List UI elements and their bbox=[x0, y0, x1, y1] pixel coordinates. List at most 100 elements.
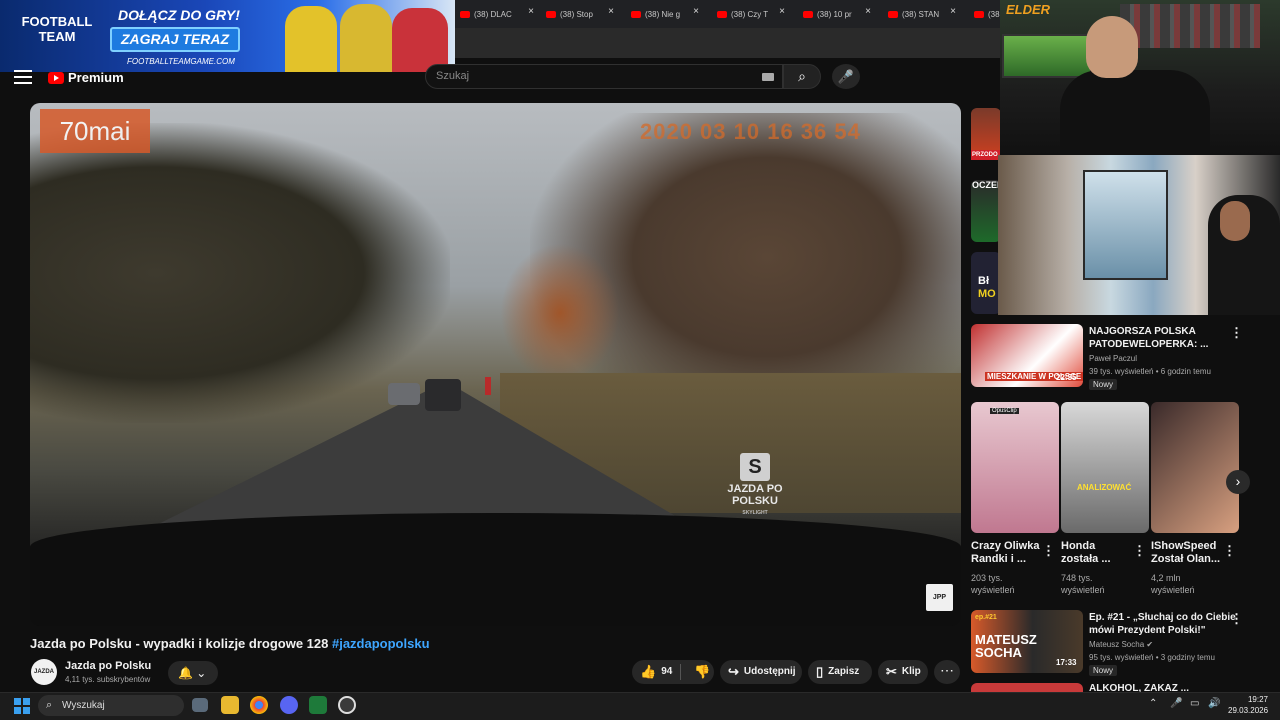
guest-webcam bbox=[998, 155, 1280, 315]
thumbs-down-icon[interactable]: 👎 bbox=[694, 660, 710, 684]
more-options-icon[interactable]: ⋮ bbox=[1133, 544, 1146, 557]
more-actions-button[interactable]: ⋯ bbox=[934, 660, 960, 684]
ad-cta-button[interactable]: ZAGRAJ TERAZ bbox=[110, 27, 240, 52]
youtube-icon bbox=[460, 10, 470, 18]
discord-icon[interactable] bbox=[280, 696, 298, 714]
ad-player-image bbox=[340, 4, 392, 72]
related-video-channel[interactable]: Paweł Paczul bbox=[1089, 353, 1137, 365]
keyboard-icon[interactable] bbox=[762, 73, 774, 81]
webcam-person bbox=[1060, 70, 1210, 155]
short-title[interactable]: Crazy Oliwka Randki i ... bbox=[971, 540, 1039, 566]
mic-icon[interactable]: 🎤 bbox=[1170, 698, 1182, 709]
hashtag-link[interactable]: #jazdapopolsku bbox=[332, 636, 430, 651]
channel-avatar[interactable]: JAZDA PO POLSKU bbox=[31, 659, 57, 701]
video-scene-dashboard bbox=[30, 513, 961, 626]
network-icon[interactable]: ▭ bbox=[1190, 698, 1199, 709]
thumbnail-caption: MATEUSZ SOCHA bbox=[975, 632, 1037, 660]
save-button[interactable]: ▯ Zapisz bbox=[808, 660, 872, 684]
browser-tab[interactable]: (38 bbox=[974, 6, 1000, 22]
short-title[interactable]: Honda została ... bbox=[1061, 540, 1111, 566]
taskbar-search[interactable]: ⌕ Wyszukaj bbox=[38, 695, 184, 716]
browser-tab[interactable]: (38) Czy T × bbox=[717, 6, 785, 22]
start-menu-icon[interactable] bbox=[14, 698, 30, 714]
video-scene-car bbox=[388, 383, 420, 405]
youtube-icon bbox=[888, 10, 898, 18]
video-scene-trees bbox=[30, 123, 450, 423]
chrome-icon[interactable] bbox=[250, 696, 268, 714]
related-video-title[interactable]: Ep. #21 - „Słuchaj co do Ciebie mówi Prez… bbox=[1089, 611, 1236, 637]
thumbnail-caption: Bł bbox=[978, 275, 989, 287]
verified-icon: ✔ bbox=[1146, 640, 1154, 649]
short-thumbnail[interactable] bbox=[1061, 402, 1149, 533]
browser-tab[interactable]: (38) Nie g × bbox=[631, 6, 699, 22]
youtube-premium-logo[interactable]: Premium bbox=[48, 70, 124, 85]
thumbnail-caption: ep.#21 bbox=[975, 614, 997, 621]
chevron-up-icon[interactable]: ⌃ bbox=[1149, 698, 1157, 709]
channel-name[interactable]: Jazda po Polsku bbox=[65, 660, 151, 672]
close-tab-icon[interactable]: × bbox=[528, 6, 534, 17]
youtube-icon bbox=[546, 10, 556, 18]
volume-icon[interactable]: 🔊 bbox=[1208, 698, 1220, 709]
thumbnail-caption: MO bbox=[978, 288, 996, 300]
excel-icon[interactable] bbox=[309, 696, 327, 714]
video-scene-car bbox=[425, 379, 461, 411]
youtube-icon bbox=[631, 10, 641, 18]
webcam-person-head bbox=[1220, 201, 1250, 241]
more-options-icon[interactable]: ⋮ bbox=[1223, 544, 1236, 557]
screen: (38) DLAC × (38) Stop × (38) Nie g × (38) C… bbox=[0, 0, 1280, 720]
bookmark-icon: ▯ bbox=[816, 664, 824, 679]
voice-search-button[interactable]: 🎤 bbox=[832, 64, 860, 89]
channel-watermark: S JAZDA PO POLSKU SKYLIGHT bbox=[720, 453, 790, 519]
share-button[interactable]: ↪ Udostępnij bbox=[720, 660, 802, 684]
close-tab-icon[interactable]: × bbox=[779, 6, 785, 17]
thumbnail-caption: PRZODO bbox=[971, 150, 1001, 160]
browser-tab[interactable]: (38) Stop × bbox=[546, 6, 614, 22]
short-title[interactable]: IShowSpeed Został Olan... bbox=[1151, 540, 1220, 566]
clip-button[interactable]: ✂ Klip bbox=[878, 660, 928, 684]
dashcam-timestamp: 2020 03 10 16 36 54 bbox=[640, 119, 861, 144]
search-input[interactable]: Szukaj bbox=[425, 64, 783, 89]
browser-tab[interactable]: (38) STAN × bbox=[888, 6, 956, 22]
like-divider bbox=[680, 664, 681, 680]
ad-banner[interactable]: FOOTBALL TEAM DOŁĄCZ DO GRY! ZAGRAJ TERA… bbox=[0, 0, 455, 72]
obs-icon[interactable] bbox=[338, 696, 356, 714]
new-badge: Nowy bbox=[1089, 379, 1118, 390]
short-views: 4,2 mln wyświetleń bbox=[1151, 573, 1195, 595]
more-options-icon[interactable]: ⋮ bbox=[1042, 544, 1055, 557]
short-thumbnail[interactable] bbox=[1151, 402, 1239, 533]
close-tab-icon[interactable]: × bbox=[950, 6, 956, 17]
notification-bell-button[interactable]: 🔔 ⌄ bbox=[168, 661, 218, 685]
thumbs-up-icon: 👍 bbox=[640, 664, 657, 679]
related-video-channel[interactable]: Mateusz Socha ✔ bbox=[1089, 639, 1153, 651]
address-bar[interactable] bbox=[455, 28, 1000, 58]
browser-tab[interactable]: (38) 10 pr × bbox=[803, 6, 871, 22]
search-icon: ⌕ bbox=[46, 699, 53, 711]
close-tab-icon[interactable]: × bbox=[865, 6, 871, 17]
dashcam-brand-logo: 70mai bbox=[40, 109, 150, 153]
channel-corner-watermark[interactable]: JPP bbox=[926, 584, 953, 611]
more-options-icon[interactable]: ⋮ bbox=[1230, 612, 1243, 625]
more-options-icon[interactable]: ⋮ bbox=[1230, 326, 1243, 339]
chevron-right-icon[interactable]: › bbox=[1226, 470, 1250, 494]
search-button[interactable]: ⌕ bbox=[783, 64, 821, 89]
thumbnail-caption: ANALIZOWAĆ bbox=[1077, 483, 1132, 492]
close-tab-icon[interactable]: × bbox=[608, 6, 614, 17]
video-title: Jazda po Polsku - wypadki i kolizje drog… bbox=[30, 636, 430, 651]
close-tab-icon[interactable]: × bbox=[693, 6, 699, 17]
clock[interactable]: 19:27 29.03.2026 bbox=[1228, 694, 1268, 716]
like-button[interactable]: 👍 94 👎 bbox=[632, 660, 714, 684]
short-thumbnail[interactable] bbox=[971, 402, 1059, 533]
webcam-person-head bbox=[1086, 16, 1138, 78]
related-video-title[interactable]: NAJGORSZA POLSKA PATODEWELOPERKA: ... bbox=[1089, 325, 1208, 351]
bell-icon: 🔔 bbox=[178, 666, 193, 680]
file-explorer-icon[interactable] bbox=[221, 696, 239, 714]
video-scene-foliage bbox=[500, 243, 620, 383]
video-player[interactable]: 70mai 2020 03 10 16 36 54 S JAZDA PO POL… bbox=[30, 103, 961, 626]
task-view-icon[interactable] bbox=[192, 698, 208, 712]
related-video-meta: 39 tys. wyświetleń • 6 godzin temu bbox=[1089, 367, 1211, 376]
menu-icon[interactable] bbox=[14, 70, 32, 84]
scissors-icon: ✂ bbox=[886, 664, 897, 679]
subscriber-count: 4,11 tys. subskrybentów bbox=[65, 675, 151, 684]
browser-tab[interactable]: (38) DLAC × bbox=[460, 6, 534, 22]
ad-headline: DOŁĄCZ DO GRY! bbox=[118, 7, 240, 23]
